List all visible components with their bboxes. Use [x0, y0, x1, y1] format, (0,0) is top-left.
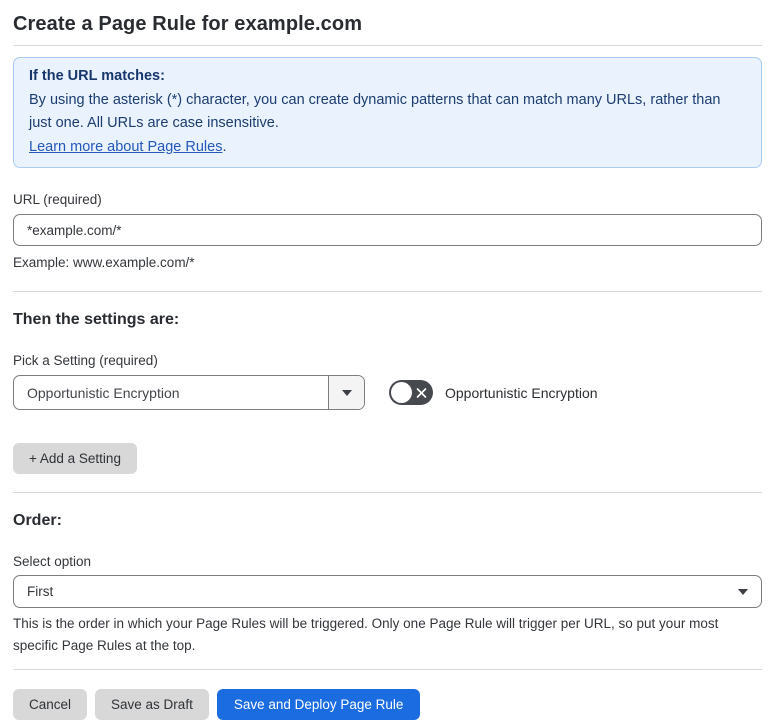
url-label: URL (required) [13, 192, 102, 207]
order-heading: Order: [13, 512, 62, 529]
save-deploy-button[interactable]: Save and Deploy Page Rule [216, 689, 421, 720]
chevron-down-icon [341, 389, 352, 396]
setting-dropdown-value: Opportunistic Encryption [27, 384, 180, 401]
page-title: Create a Page Rule for example.com [13, 13, 363, 35]
toggle-off-x-icon [416, 387, 427, 398]
create-page-rule-panel: Create a Page Rule for example.com If th… [0, 0, 775, 720]
setting-dropdown[interactable]: Opportunistic Encryption [13, 375, 365, 410]
section-divider [13, 291, 762, 292]
opportunistic-encryption-toggle[interactable] [389, 380, 433, 405]
setting-row: Opportunistic Encryption Opportunistic E… [13, 375, 762, 410]
order-select-value: First [27, 584, 54, 599]
chevron-down-icon [738, 588, 748, 595]
order-select[interactable]: First [13, 575, 762, 608]
cancel-button[interactable]: Cancel [13, 689, 88, 720]
toggle-label: Opportunistic Encryption [445, 384, 598, 401]
title-divider [13, 45, 762, 46]
select-option-label: Select option [13, 554, 92, 569]
order-helper-text: This is the order in which your Page Rul… [13, 616, 719, 653]
settings-heading: Then the settings are: [13, 311, 180, 328]
save-draft-button[interactable]: Save as Draft [95, 689, 209, 720]
info-box-link-line: Learn more about Page Rules. [29, 136, 746, 160]
info-box-body: By using the asterisk (*) character, you… [29, 91, 721, 132]
footer-divider [13, 669, 762, 670]
info-box-heading: If the URL matches: [29, 68, 165, 84]
learn-more-link[interactable]: Learn more about Page Rules [29, 139, 222, 155]
url-matches-info-box: If the URL matches: By using the asteris… [13, 57, 762, 168]
section-divider [13, 492, 762, 493]
toggle-knob [391, 382, 412, 403]
link-period: . [222, 138, 227, 155]
footer-actions: Cancel Save as Draft Save and Deploy Pag… [13, 689, 762, 720]
setting-dropdown-arrow-button[interactable] [328, 376, 364, 409]
url-input[interactable] [13, 214, 762, 246]
url-helper-text: Example: www.example.com/* [13, 255, 195, 270]
add-setting-button[interactable]: + Add a Setting [13, 443, 137, 474]
pick-setting-label: Pick a Setting (required) [13, 353, 158, 368]
